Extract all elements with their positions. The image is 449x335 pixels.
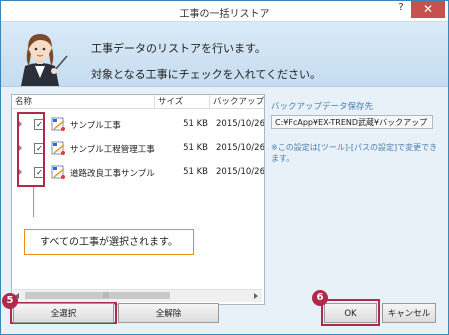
callout-note: すべての工事が選択されます。 xyxy=(24,229,194,255)
cancel-button[interactable]: キャンセル xyxy=(382,303,436,323)
step-badge-6: 6 xyxy=(312,290,328,306)
instruction-line-1: 工事データのリストアを行います。 xyxy=(91,42,266,55)
column-header-backup-date[interactable]: バックアップ日時 xyxy=(210,95,264,109)
help-button[interactable]: ? xyxy=(393,2,409,18)
item-backup-date: 2015/10/26 1 xyxy=(216,119,264,129)
scroll-grip: ||| xyxy=(103,292,110,299)
column-header-size[interactable]: サイズ xyxy=(155,95,210,109)
construction-file-icon xyxy=(51,165,65,179)
path-setting-note: ※この設定は[ツール]-[パスの設定]で変更できます。 xyxy=(271,143,438,163)
restore-dialog: 工事の一括リストア ? ✕ 工事データのリストアを行います。 対象となる工事にチ… xyxy=(0,0,449,335)
list-item[interactable]: ✓ 道路改良工事サンプル 51 KB 2015/10/26 1 xyxy=(12,163,264,183)
horizontal-scrollbar[interactable]: ||| xyxy=(13,289,262,302)
list-item[interactable]: ✓ サンプル工程管理工事 51 KB 2015/10/26 1 xyxy=(12,139,264,159)
callout-connector xyxy=(33,187,34,217)
construction-file-icon xyxy=(51,117,65,131)
step-badge-5: 5 xyxy=(2,293,18,309)
item-size: 51 KB xyxy=(183,167,208,177)
backup-path-field: C:¥FcApp¥EX-TREND武蔵¥バックアップ xyxy=(271,115,433,129)
deselect-all-button[interactable]: 全解除 xyxy=(118,303,219,323)
select-all-button[interactable]: 全選択 xyxy=(13,303,114,323)
item-size: 51 KB xyxy=(183,119,208,129)
column-header-name[interactable]: 名称 xyxy=(12,95,155,109)
item-name: サンプル工程管理工事 xyxy=(70,145,155,155)
instruction-line-2: 対象となる工事にチェックを入れてください。 xyxy=(91,68,322,81)
construction-list[interactable]: 名称 サイズ バックアップ日時 ✓ サンプル工事 51 KB 2015/10/2… xyxy=(11,94,265,305)
scroll-right-arrow-icon[interactable] xyxy=(254,293,258,299)
list-item[interactable]: ✓ サンプル工事 51 KB 2015/10/26 1 xyxy=(12,115,264,135)
scrollbar-thumb[interactable]: ||| xyxy=(25,292,170,299)
close-button[interactable]: ✕ xyxy=(411,1,445,18)
item-name: サンプル工事 xyxy=(70,121,121,131)
title-bar: 工事の一括リストア ? ✕ xyxy=(1,1,448,22)
item-backup-date: 2015/10/26 1 xyxy=(216,167,264,177)
item-size: 51 KB xyxy=(183,143,208,153)
window-title: 工事の一括リストア xyxy=(179,9,270,20)
backup-location-label: バックアップデータ保存先 xyxy=(271,102,374,112)
instruction-header: 工事データのリストアを行います。 対象となる工事にチェックを入れてください。 xyxy=(1,22,448,87)
item-name: 道路改良工事サンプル xyxy=(70,169,155,179)
construction-file-icon xyxy=(51,141,65,155)
assistant-avatar-icon xyxy=(21,34,68,86)
ok-button[interactable]: OK xyxy=(324,303,377,323)
checkbox-highlight-frame xyxy=(17,112,45,187)
item-backup-date: 2015/10/26 1 xyxy=(216,143,264,153)
